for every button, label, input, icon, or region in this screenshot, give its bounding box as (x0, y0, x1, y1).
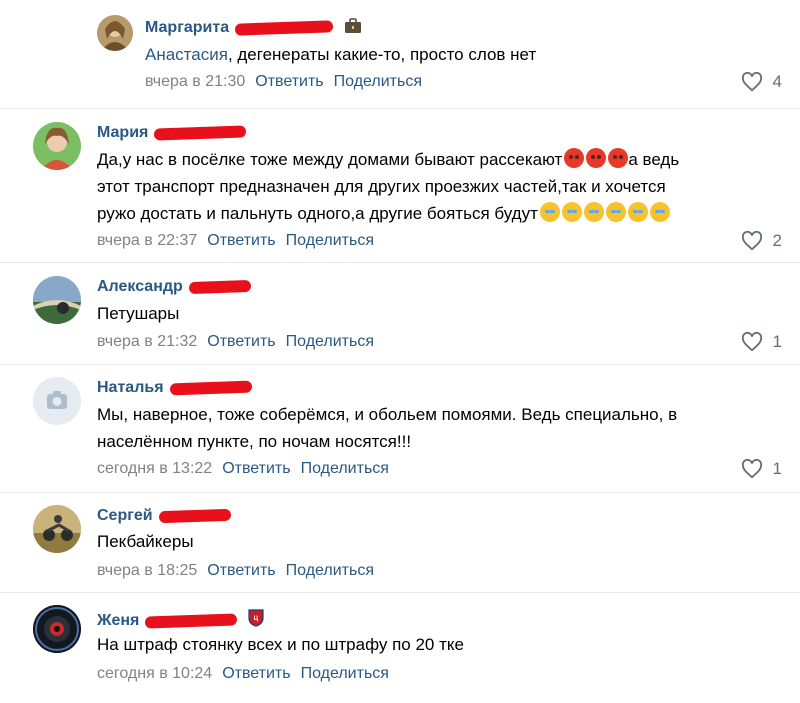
like-count: 1 (772, 459, 782, 478)
share-button[interactable]: Поделиться (286, 232, 374, 249)
comment-item: Женя Ц На штраф стоянку всех и по штрафу… (0, 593, 800, 703)
comment-item: Маргарита Анастасия, дегенераты какие-то… (0, 0, 800, 108)
share-button[interactable]: Поделиться (301, 665, 389, 682)
laughing-emoji-icon (649, 202, 670, 222)
like-count: 4 (772, 72, 782, 91)
heart-icon (741, 72, 762, 92)
camera-icon (33, 377, 81, 425)
redaction-mark (188, 279, 251, 294)
avatar[interactable] (33, 605, 81, 653)
heart-icon (741, 231, 762, 251)
avatar[interactable] (33, 122, 81, 170)
comment-text: Да,у нас в посёлке тоже между домами быв… (97, 150, 563, 169)
redaction-mark (234, 20, 334, 36)
comment-item: Александр Петушары вчера в 21:32 Ответить… (0, 263, 800, 364)
share-button[interactable]: Поделиться (334, 73, 422, 90)
share-button[interactable]: Поделиться (286, 333, 374, 350)
reply-button[interactable]: Ответить (255, 73, 323, 90)
redaction-mark (158, 508, 231, 524)
comment-text: Мы, наверное, тоже соберёмся, и обольем … (97, 405, 678, 424)
comment-text: населённом пункте, по ночам носятся!!! (97, 432, 412, 451)
reply-button[interactable]: Ответить (207, 232, 275, 249)
share-button[interactable]: Поделиться (301, 460, 389, 477)
club-crest-icon: Ц (248, 609, 264, 627)
laughing-emoji-icon (583, 202, 604, 222)
comment-text: Петушары (97, 304, 180, 323)
comment-text: этот транспорт предназначен для других п… (97, 177, 666, 196)
like-count: 1 (772, 332, 782, 351)
author-name[interactable]: Маргарита (145, 19, 229, 36)
reply-button[interactable]: Ответить (222, 665, 290, 682)
briefcase-icon (344, 18, 361, 33)
comment-text: , дегенераты какие-то, просто слов нет (227, 45, 537, 64)
author-name[interactable]: Женя (97, 612, 139, 629)
comment-text: а ведь (628, 150, 680, 169)
avatar[interactable] (33, 505, 81, 553)
comment-date[interactable]: вчера в 22:37 (97, 232, 197, 249)
comment-date[interactable]: вчера в 18:25 (97, 562, 197, 579)
comment-item: Мария Да,у нас в посёлке тоже между дома… (0, 109, 800, 262)
redaction-mark (154, 125, 247, 141)
like-count: 2 (772, 231, 782, 250)
reply-button[interactable]: Ответить (222, 460, 290, 477)
reply-button[interactable]: Ответить (207, 562, 275, 579)
comment-text: ружо достать и пальнуть одного,а другие … (97, 204, 538, 223)
author-name[interactable]: Сергей (97, 507, 153, 524)
avatar[interactable] (97, 15, 133, 51)
laughing-emoji-icon (627, 202, 648, 222)
laughing-emoji-icon (539, 202, 560, 222)
redaction-mark (169, 380, 252, 396)
like-button[interactable]: 1 (741, 459, 782, 479)
like-button[interactable]: 4 (741, 72, 782, 92)
comment-item: Сергей Пекбайкеры вчера в 18:25 Ответить П… (0, 493, 800, 592)
avatar[interactable] (33, 276, 81, 324)
redaction-mark (145, 613, 238, 629)
comment-date[interactable]: вчера в 21:32 (97, 333, 197, 350)
share-button[interactable]: Поделиться (286, 562, 374, 579)
author-name[interactable]: Наталья (97, 379, 164, 396)
author-name[interactable]: Александр (97, 278, 183, 295)
angry-emoji-icon (586, 148, 607, 168)
comment-item: Наталья Мы, наверное, тоже соберёмся, и … (0, 365, 800, 492)
comment-text: Пекбайкеры (97, 532, 194, 551)
reply-button[interactable]: Ответить (207, 333, 275, 350)
laughing-emoji-icon (605, 202, 626, 222)
avatar[interactable] (33, 377, 81, 425)
like-button[interactable]: 1 (741, 332, 782, 352)
like-button[interactable]: 2 (741, 231, 782, 251)
angry-emoji-icon (564, 148, 585, 168)
comment-text: На штраф стоянку всех и по штрафу по 20 … (97, 635, 464, 654)
comment-date[interactable]: сегодня в 13:22 (97, 460, 212, 477)
svg-text:Ц: Ц (254, 616, 259, 622)
heart-icon (741, 332, 762, 352)
mention-link[interactable]: Анастасия (145, 45, 228, 64)
laughing-emoji-icon (561, 202, 582, 222)
comment-date[interactable]: сегодня в 10:24 (97, 665, 212, 682)
author-name[interactable]: Мария (97, 124, 148, 141)
comment-date[interactable]: вчера в 21:30 (145, 73, 245, 90)
angry-emoji-icon (608, 148, 629, 168)
heart-icon (741, 459, 762, 479)
